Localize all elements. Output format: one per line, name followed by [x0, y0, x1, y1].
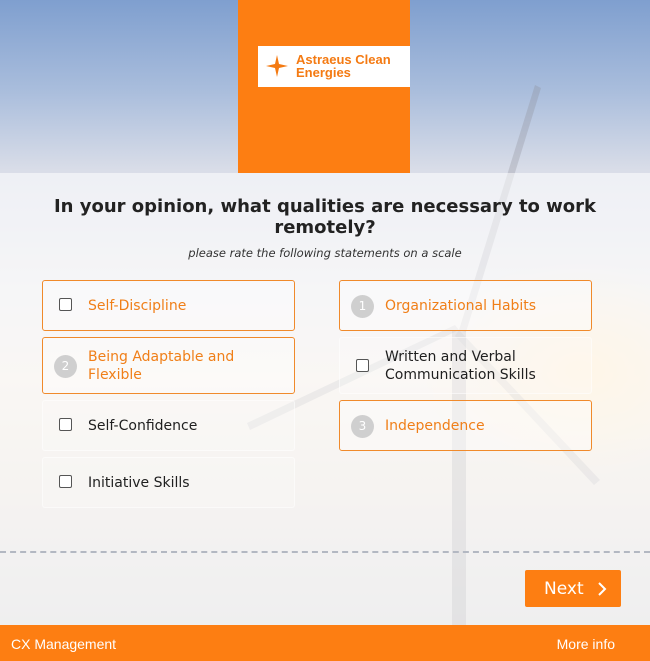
option-label: Organizational Habits	[385, 297, 537, 314]
option-organizational-habits[interactable]: 1 Organizational Habits	[339, 280, 592, 331]
checkbox[interactable]	[59, 418, 72, 431]
option-label: Self-Confidence	[88, 417, 198, 434]
option-label: Being Adaptable and Flexible	[88, 348, 235, 383]
option-self-confidence[interactable]: Self-Confidence	[42, 400, 295, 451]
chevron-right-icon	[598, 582, 607, 596]
option-self-discipline[interactable]: Self-Discipline	[42, 280, 295, 331]
option-being-adaptable[interactable]: 2 Being Adaptable and Flexible	[42, 337, 295, 394]
option-label: Self-Discipline	[88, 297, 187, 314]
checkbox[interactable]	[59, 298, 72, 311]
footer-bar: CX Management More info	[0, 625, 650, 661]
next-button-label: Next	[544, 579, 584, 599]
checkbox[interactable]	[59, 475, 72, 488]
section-divider	[0, 551, 650, 553]
option-label: Independence	[385, 417, 485, 434]
starburst-icon	[266, 55, 288, 77]
checkbox[interactable]	[356, 359, 369, 372]
footer-brand-text: CX Management	[11, 636, 117, 652]
option-independence[interactable]: 3 Independence	[339, 400, 592, 451]
brand-name: Astraeus Clean Energies	[296, 53, 408, 79]
option-label: Written and Verbal Communication Skills	[385, 348, 536, 383]
rank-badge: 1	[351, 295, 374, 318]
rank-badge: 2	[54, 355, 77, 378]
option-initiative-skills[interactable]: Initiative Skills	[42, 457, 295, 508]
option-written-verbal-communication[interactable]: Written and Verbal Communication Skills	[339, 337, 592, 394]
survey-panel	[0, 173, 650, 625]
question-title: In your opinion, what qualities are nece…	[53, 196, 597, 238]
rank-badge: 3	[351, 415, 374, 438]
more-info-link[interactable]: More info	[557, 636, 615, 652]
brand-name-line2: Energies	[296, 65, 351, 80]
option-label: Initiative Skills	[88, 474, 190, 491]
next-button[interactable]: Next	[525, 570, 621, 607]
brand-logo: Astraeus Clean Energies	[258, 46, 410, 87]
question-instruction: please rate the following statements on …	[188, 246, 462, 260]
